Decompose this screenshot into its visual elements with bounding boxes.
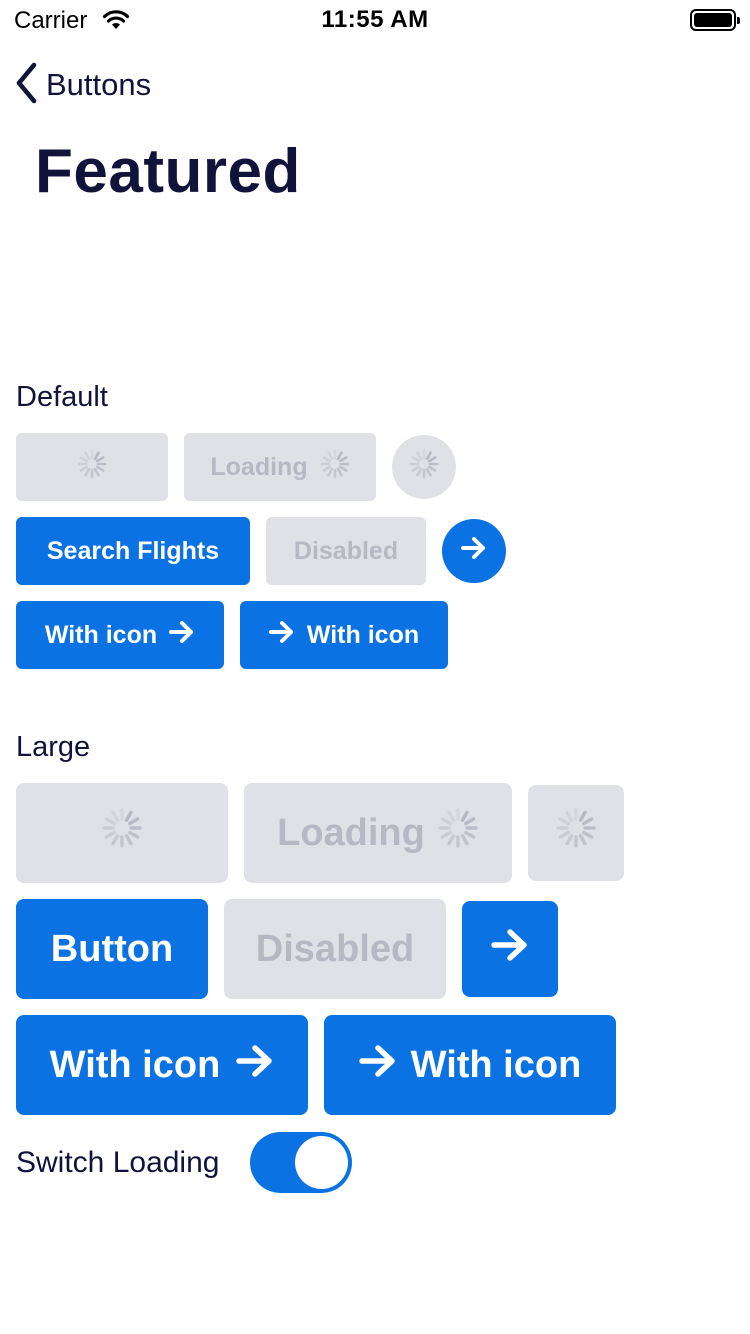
large-with-icon-left-button[interactable]: With icon	[324, 1015, 616, 1115]
loading-label: Loading	[277, 811, 425, 854]
large-loading-button-with-label[interactable]: Loading	[244, 783, 512, 883]
with-icon-label: With icon	[410, 1043, 582, 1086]
status-bar: Carrier 11:55 AM	[0, 0, 750, 40]
arrow-right-icon	[236, 1044, 274, 1087]
with-icon-label: With icon	[306, 620, 420, 649]
loading-button-with-label[interactable]: Loading	[184, 433, 376, 501]
large-loading-button[interactable]	[16, 783, 228, 883]
search-flights-button[interactable]: Search Flights	[16, 517, 250, 585]
large-disabled-button[interactable]: Disabled	[224, 899, 446, 999]
switch-loading-label: Switch Loading	[16, 1146, 220, 1179]
spinner-icon	[437, 807, 479, 859]
loading-label: Loading	[210, 452, 308, 481]
back-button[interactable]: Buttons	[14, 60, 151, 110]
spinner-icon	[77, 449, 107, 486]
spinner-icon	[320, 449, 350, 486]
switch-loading-toggle[interactable]	[250, 1132, 352, 1193]
arrow-right-icon	[358, 1044, 397, 1087]
disabled-button[interactable]: Disabled	[266, 517, 426, 585]
section-label-default: Default	[16, 381, 108, 413]
with-icon-label: With icon	[49, 1043, 221, 1086]
loading-round-button[interactable]	[392, 435, 456, 499]
large-with-icon-right-button[interactable]: With icon	[16, 1015, 308, 1115]
clock: 11:55 AM	[321, 6, 429, 33]
chevron-left-icon	[14, 62, 38, 109]
switch-knob	[295, 1136, 348, 1189]
large-primary-button[interactable]: Button	[16, 899, 208, 999]
spinner-icon	[101, 807, 143, 859]
search-flights-label: Search Flights	[46, 536, 220, 565]
large-loading-round-button[interactable]	[528, 785, 624, 881]
back-label: Buttons	[46, 67, 152, 102]
page-title: Featured	[35, 137, 301, 206]
arrow-right-icon	[461, 536, 487, 566]
with-icon-label: With icon	[44, 620, 158, 649]
disabled-label: Disabled	[255, 927, 415, 970]
disabled-label: Disabled	[293, 536, 399, 565]
battery-icon	[690, 9, 740, 31]
arrow-round-button[interactable]	[442, 519, 506, 583]
with-icon-right-button[interactable]: With icon	[16, 601, 224, 669]
spinner-icon	[409, 449, 439, 486]
with-icon-left-button[interactable]: With icon	[240, 601, 448, 669]
loading-button[interactable]	[16, 433, 168, 501]
large-arrow-round-button[interactable]	[462, 901, 558, 997]
button-label: Button	[50, 927, 174, 970]
section-label-large: Large	[16, 731, 91, 763]
spinner-icon	[555, 807, 597, 859]
arrow-right-icon	[169, 620, 195, 650]
arrow-right-icon	[268, 620, 295, 650]
arrow-right-icon	[491, 928, 529, 971]
